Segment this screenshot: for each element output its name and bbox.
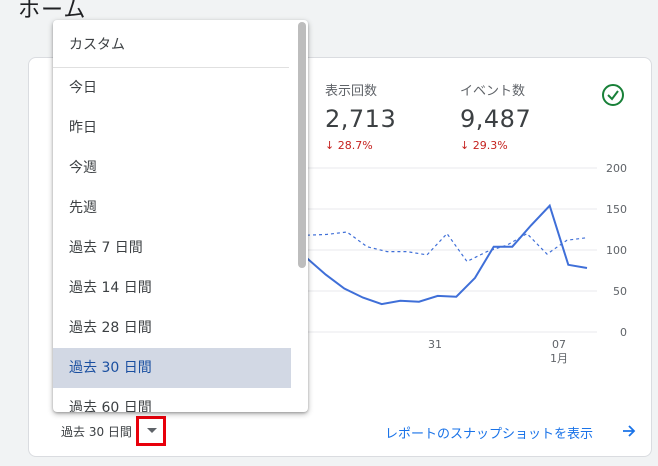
y-tick-label: 100 — [606, 244, 627, 257]
date-range-menu: カスタム 今日 昨日 今週 先週 過去 7 日間 過去 14 日間 過去 28 日間 過去 3… — [53, 20, 308, 412]
x-tick-label: 07 — [552, 338, 566, 351]
menu-item[interactable]: 今日 — [53, 68, 291, 108]
y-tick-label: 50 — [613, 285, 627, 298]
y-tick-label: 150 — [606, 203, 627, 216]
metric-delta: ↓ 29.3% — [460, 139, 508, 152]
metric-delta: ↓ 28.7% — [325, 139, 373, 152]
caret-down-icon — [147, 428, 157, 433]
menu-item[interactable]: 過去 7 日間 — [53, 228, 291, 268]
series-line-current — [306, 203, 588, 306]
metric-label: イベント数 — [460, 84, 526, 99]
metric-value: 2,713 — [325, 105, 397, 133]
traffic-chart: 200 150 100 50 0 31 071月 — [285, 162, 627, 365]
metric-label: 表示回数 — [325, 84, 378, 99]
date-range-label[interactable]: 過去 30 日間 — [61, 423, 132, 440]
metric-events[interactable]: イベント数 9,487 ↓ 29.3% — [460, 80, 531, 152]
view-report-snapshot-link[interactable]: レポートのスナップショットを表示 — [385, 423, 593, 442]
metric-value: 9,487 — [460, 105, 532, 133]
date-range-dropdown-button[interactable] — [136, 416, 166, 446]
menu-item[interactable]: 過去 14 日間 — [53, 268, 291, 308]
menu-item[interactable]: 先週 — [53, 188, 291, 228]
arrow-right-icon[interactable] — [621, 423, 637, 439]
x-tick-label: 31 — [428, 338, 442, 351]
menu-item[interactable]: 今週 — [53, 148, 291, 188]
menu-item[interactable]: 過去 28 日間 — [53, 308, 291, 348]
y-tick-label: 0 — [620, 326, 627, 339]
arrow-down-icon: ↓ — [460, 139, 470, 152]
menu-item[interactable]: 過去 30 日間 — [53, 348, 291, 388]
arrow-down-icon: ↓ — [325, 139, 335, 152]
scrollbar[interactable] — [298, 22, 306, 268]
x-tick-sublabel: 1月 — [550, 352, 568, 365]
check-circle-icon — [602, 84, 624, 106]
y-tick-label: 200 — [606, 162, 627, 175]
metric-impressions[interactable]: 表示回数 2,713 ↓ 28.7% — [325, 80, 396, 152]
menu-item-custom[interactable]: カスタム — [53, 20, 289, 68]
series-line-previous — [306, 231, 588, 263]
menu-item[interactable]: 昨日 — [53, 108, 291, 148]
menu-item[interactable]: 過去 60 日間 — [53, 388, 291, 412]
